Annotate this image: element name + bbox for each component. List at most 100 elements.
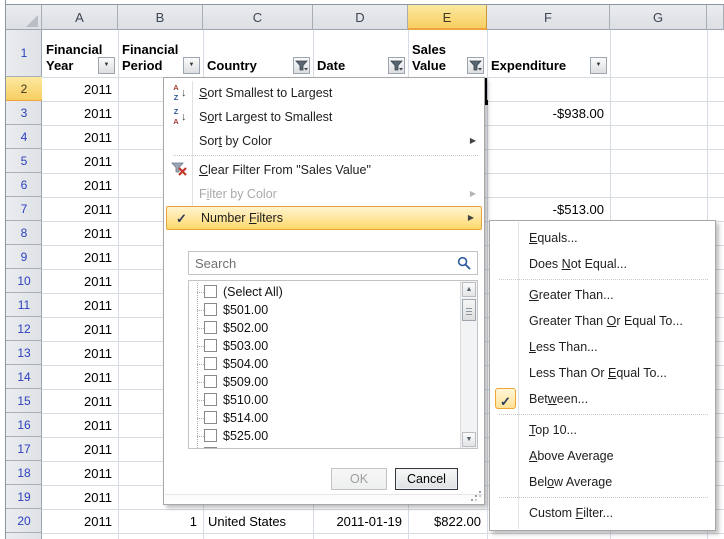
cell-A5[interactable]: 2011 xyxy=(43,150,118,173)
value-checkbox[interactable] xyxy=(204,285,217,298)
submenu-item-less-than[interactable]: Less Than... xyxy=(491,334,714,360)
cell-A3[interactable]: 2011 xyxy=(43,102,118,125)
scroll-down-icon[interactable]: ▼ xyxy=(462,432,476,447)
value-item-504-00[interactable]: $504.00 xyxy=(189,355,459,373)
row-header-11[interactable]: 11 xyxy=(6,293,42,317)
cell-A20[interactable]: 2011 xyxy=(43,510,118,533)
resize-grip[interactable] xyxy=(470,490,482,502)
cell-A13[interactable]: 2011 xyxy=(43,342,118,365)
select-all-corner[interactable] xyxy=(6,5,42,30)
row-header-13[interactable]: 13 xyxy=(6,341,42,365)
row-header-14[interactable]: 14 xyxy=(6,365,42,389)
value-checkbox[interactable] xyxy=(204,429,217,442)
submenu-item-custom-filter[interactable]: Custom Filter... xyxy=(491,500,714,526)
menu-item-sort-by-color[interactable]: Sort by Color▶ xyxy=(165,129,483,153)
filter-funnel-button-C[interactable] xyxy=(293,57,310,74)
cell-A18[interactable]: 2011 xyxy=(43,462,118,485)
value-checkbox[interactable] xyxy=(204,411,217,424)
ok-button[interactable]: OK xyxy=(331,468,387,490)
header-cell-C[interactable]: Country xyxy=(203,30,313,77)
value-checkbox[interactable] xyxy=(204,321,217,334)
row-header-12[interactable]: 12 xyxy=(6,317,42,341)
column-header-A[interactable]: A xyxy=(42,5,118,30)
value-item-select-all[interactable]: (Select All) xyxy=(189,283,459,301)
cell-A16[interactable]: 2011 xyxy=(43,414,118,437)
submenu-item-top-10[interactable]: Top 10... xyxy=(491,417,714,443)
cell-A15[interactable]: 2011 xyxy=(43,390,118,413)
value-item-510-00[interactable]: $510.00 xyxy=(189,391,459,409)
value-item-525-00[interactable]: $525.00 xyxy=(189,427,459,445)
cell-D20[interactable]: 2011-01-19 xyxy=(314,510,408,533)
row-header-17[interactable]: 17 xyxy=(6,437,42,461)
dropdown-arrow-button-B[interactable]: ▼ xyxy=(183,57,200,74)
row-header-8[interactable]: 8 xyxy=(6,221,42,245)
cell-F3[interactable]: -$938.00 xyxy=(488,102,610,125)
value-checkbox[interactable] xyxy=(204,357,217,370)
row-header-18[interactable]: 18 xyxy=(6,461,42,485)
cell-B20[interactable]: 1 xyxy=(119,510,203,533)
header-cell-A[interactable]: Financial Year▼ xyxy=(42,30,118,77)
search-input[interactable] xyxy=(193,254,443,272)
value-item-503-00[interactable]: $503.00 xyxy=(189,337,459,355)
header-cell-D[interactable]: Date xyxy=(313,30,408,77)
row-header-20[interactable]: 20 xyxy=(6,509,42,533)
row-header-10[interactable]: 10 xyxy=(6,269,42,293)
scrollbar-thumb[interactable] xyxy=(462,299,476,321)
submenu-item-above-average[interactable]: Above Average xyxy=(491,443,714,469)
value-item-501-00[interactable]: $501.00 xyxy=(189,301,459,319)
cell-A19[interactable]: 2011 xyxy=(43,486,118,509)
column-header-B[interactable]: B xyxy=(118,5,203,30)
value-checkbox[interactable] xyxy=(204,393,217,406)
cell-A12[interactable]: 2011 xyxy=(43,318,118,341)
menu-item-number-filters[interactable]: ✓Number Filters▶ xyxy=(166,206,482,230)
cell-A2[interactable]: 2011 xyxy=(43,78,118,101)
column-header-partial[interactable] xyxy=(707,5,724,30)
menu-item-filter-by-color[interactable]: Filter by Color▶ xyxy=(165,182,483,206)
menu-item-sort-largest-to-smallest[interactable]: ZA↓Sort Largest to Smallest xyxy=(165,105,483,129)
row-header-9[interactable]: 9 xyxy=(6,245,42,269)
dropdown-arrow-button-F[interactable]: ▼ xyxy=(590,57,607,74)
row-header-4[interactable]: 4 xyxy=(6,125,42,149)
submenu-item-does-not-equal[interactable]: Does Not Equal... xyxy=(491,251,714,277)
value-item-509-00[interactable]: $509.00 xyxy=(189,373,459,391)
header-cell-F[interactable]: Expenditure▼ xyxy=(487,30,610,77)
cell-E20[interactable]: $822.00 xyxy=(409,510,487,533)
row-header-2[interactable]: 2 xyxy=(6,77,42,101)
cell-A6[interactable]: 2011 xyxy=(43,174,118,197)
value-checkbox[interactable] xyxy=(204,303,217,316)
column-header-E[interactable]: E xyxy=(408,5,487,30)
value-item-514-00[interactable]: $514.00 xyxy=(189,409,459,427)
row-header-1[interactable]: 1 xyxy=(6,30,42,77)
cell-A17[interactable]: 2011 xyxy=(43,438,118,461)
column-header-F[interactable]: F xyxy=(487,5,610,30)
value-item-502-00[interactable]: $502.00 xyxy=(189,319,459,337)
cell-A8[interactable]: 2011 xyxy=(43,222,118,245)
submenu-item-equals[interactable]: Equals... xyxy=(491,225,714,251)
cell-A4[interactable]: 2011 xyxy=(43,126,118,149)
value-checkbox[interactable] xyxy=(204,339,217,352)
value-item-partial[interactable] xyxy=(189,445,459,448)
scroll-up-icon[interactable]: ▲ xyxy=(462,282,476,297)
column-header-C[interactable]: C xyxy=(203,5,313,30)
row-header-6[interactable]: 6 xyxy=(6,173,42,197)
header-cell-B[interactable]: Financial Period▼ xyxy=(118,30,203,77)
cell-A14[interactable]: 2011 xyxy=(43,366,118,389)
submenu-item-greater-than-or-equal-to[interactable]: Greater Than Or Equal To... xyxy=(491,308,714,334)
submenu-item-below-average[interactable]: Below Average xyxy=(491,469,714,495)
menu-item-clear-filter-from-sales-value[interactable]: Clear Filter From "Sales Value" xyxy=(165,158,483,182)
cell-A9[interactable]: 2011 xyxy=(43,246,118,269)
row-header-19[interactable]: 19 xyxy=(6,485,42,509)
row-header-5[interactable]: 5 xyxy=(6,149,42,173)
cell-A10[interactable]: 2011 xyxy=(43,270,118,293)
cell-A11[interactable]: 2011 xyxy=(43,294,118,317)
row-header-7[interactable]: 7 xyxy=(6,197,42,221)
menu-item-sort-smallest-to-largest[interactable]: AZ↓Sort Smallest to Largest xyxy=(165,81,483,105)
header-cell-E[interactable]: Sales Value xyxy=(408,30,487,77)
value-checkbox[interactable] xyxy=(204,447,217,448)
submenu-item-greater-than[interactable]: Greater Than... xyxy=(491,282,714,308)
row-header-3[interactable]: 3 xyxy=(6,101,42,125)
filter-funnel-button-D[interactable] xyxy=(388,57,405,74)
cell-A7[interactable]: 2011 xyxy=(43,198,118,221)
submenu-item-less-than-or-equal-to[interactable]: Less Than Or Equal To... xyxy=(491,360,714,386)
filter-funnel-button-E[interactable] xyxy=(467,57,484,74)
